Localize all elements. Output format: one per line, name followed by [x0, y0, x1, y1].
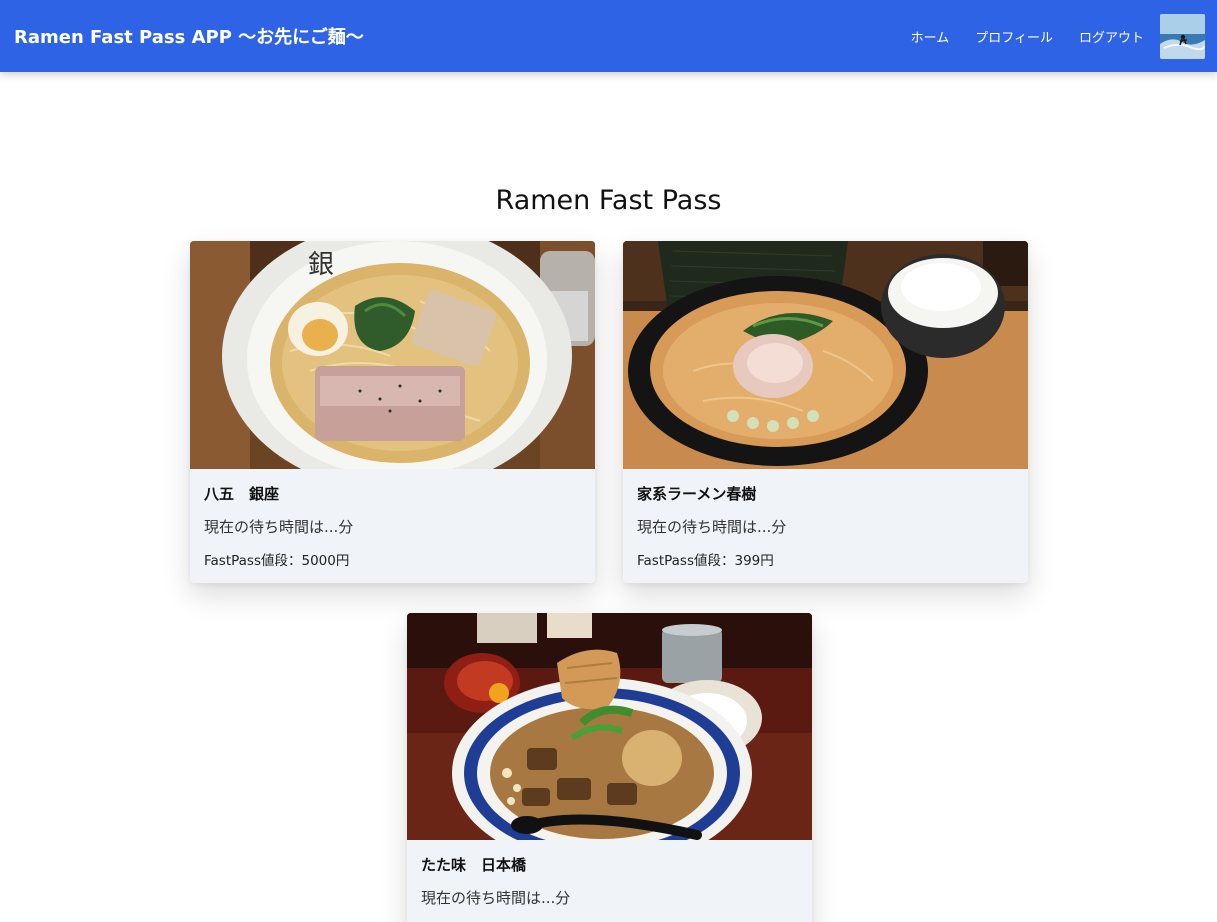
nav-links: ホーム プロフィール ログアウト [911, 0, 1205, 72]
stamina-ramen-photo [407, 613, 812, 840]
shop-name: 家系ラーメン春樹 [637, 485, 757, 503]
iekei-ramen-photo [623, 241, 1028, 469]
fastpass-price: FastPass値段：399円 [637, 553, 774, 569]
svg-text:銀: 銀 [308, 250, 334, 280]
nav-link-home[interactable]: ホーム [911, 27, 950, 46]
fastpass-price: FastPass値段：5000円 [204, 553, 350, 569]
card-body: 八五 銀座 現在の待ち時間は...分 FastPass値段：5000円 [190, 469, 595, 569]
page-title: Ramen Fast Pass [495, 185, 722, 216]
card-body: たた味 日本橋 現在の待ち時間は...分 [407, 840, 812, 908]
user-avatar[interactable] [1160, 13, 1205, 59]
shop-card[interactable]: 銀 八五 銀座 現在の待ち時間は...分 FastPass値段：5000円 [190, 241, 595, 583]
wait-time: 現在の待ち時間は...分 [637, 518, 787, 536]
navbar: Ramen Fast Pass APP 〜お先にご麺〜 ホーム プロフィール ロ… [0, 0, 1217, 72]
shio-ramen-photo: 銀 [190, 241, 595, 469]
shop-name: たた味 日本橋 [421, 856, 527, 874]
shop-name: 八五 銀座 [204, 485, 280, 503]
card-body: 家系ラーメン春樹 現在の待ち時間は...分 FastPass値段：399円 [623, 469, 1028, 569]
wait-time: 現在の待ち時間は...分 [421, 889, 571, 907]
shop-card[interactable]: 家系ラーメン春樹 現在の待ち時間は...分 FastPass値段：399円 [623, 241, 1028, 583]
avatar-surfer-image [1160, 13, 1205, 59]
wait-time: 現在の待ち時間は...分 [204, 518, 354, 536]
shop-card[interactable]: たた味 日本橋 現在の待ち時間は...分 [407, 613, 812, 922]
nav-link-profile[interactable]: プロフィール [975, 27, 1053, 46]
brand-link[interactable]: Ramen Fast Pass APP 〜お先にご麺〜 [14, 23, 364, 49]
nav-link-logout[interactable]: ログアウト [1079, 27, 1144, 46]
